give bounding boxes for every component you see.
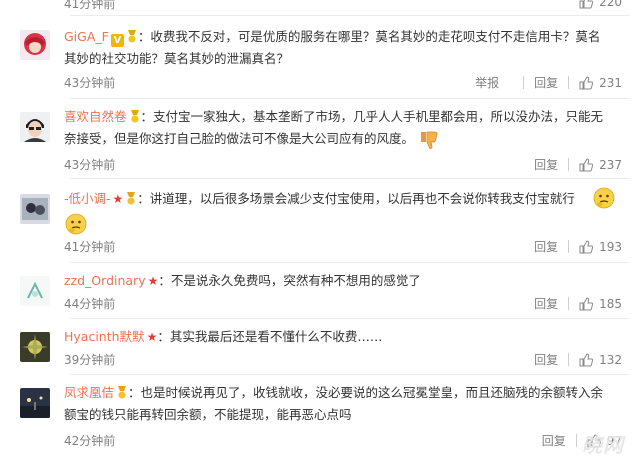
comment-body: Hyacinth默默 ★：其实我最后还是看不懂什么不收费…… [64,326,608,348]
username[interactable]: Hyacinth默默 [64,329,145,344]
reply-link[interactable]: 回复 [542,432,566,449]
comment-text: ：也是时候说再见了，收钱就收，没必要说的这么冠冕堂皇，而且还脑残的余额转入余额宝… [64,385,604,422]
comment-actions: 回复 185 [524,295,622,312]
username[interactable]: 喜欢自然卷 [64,109,127,124]
like-count: 237 [599,157,622,172]
divider [70,15,630,16]
comment-body: 喜欢自然卷 ：支付宝一家独大，基本垄断了市场，几乎人人手机里都会用，所以没办法，只… [64,106,608,151]
report-link[interactable]: 举报 [475,74,499,91]
comment-time: 41分钟前 [64,0,116,11]
reply-link[interactable]: 回复 [534,238,558,255]
comment-body: zzd_Ordinary ★：不是说永久免费吗，突然有种不想用的感觉了 [64,270,608,292]
avatar[interactable] [20,30,50,60]
thumbs-down-emoji-icon [421,131,438,149]
reply-link[interactable]: 回复 [534,74,558,91]
divider [70,178,630,179]
comment-actions: 回复 237 [524,156,622,173]
like-button[interactable]: 237 [579,158,622,172]
comment-time: 42分钟前 [64,434,116,448]
like-count: 231 [599,75,622,90]
comment-actions: 220 [569,0,622,9]
comment-text: ：支付宝一家独大，基本垄断了市场，几乎人人手机里都会用，所以没办法，只能无奈接受… [64,109,604,146]
medal-icon [118,386,127,399]
comment-feed: 41分钟前 220 GiGA_F V ：收费我不反对，可是优质的服务在哪里？莫名其妙… [0,0,638,464]
username[interactable]: zzd_Ordinary [64,273,146,288]
comment-time: 43分钟前 [64,158,116,172]
divider [70,318,630,319]
like-button[interactable]: 193 [579,240,622,254]
like-count: 185 [599,296,622,311]
comment-actions: 回复 193 [524,238,622,255]
comment-body: 凤求凰佶 ：也是时候说再见了，收钱就收，没必要说的这么冠冕堂皇，而且还脑残的余额转… [64,382,608,426]
star-icon: ★ [146,330,158,344]
star-icon: ★ [112,192,124,206]
comment-time: 41分钟前 [64,240,116,254]
divider [70,262,630,263]
comment-text: ：不是说永久免费吗，突然有种不想用的感觉了 [158,273,421,288]
like-button[interactable]: 220 [579,0,622,9]
thumbs-up-icon [579,296,594,310]
thinking-emoji-icon [65,213,87,235]
thumbs-up-icon [579,0,594,9]
comment-time: 43分钟前 [64,76,116,90]
avatar[interactable] [20,112,50,142]
medal-icon [127,30,136,43]
avatar[interactable] [20,332,50,362]
medal-icon [127,192,136,205]
comment-time: 39分钟前 [64,353,116,367]
thumbs-up-icon [579,157,594,171]
avatar[interactable] [20,194,50,224]
comment-actions: 回复 132 [524,351,622,368]
comment-body: -低小调- ★ ：讲道理，以后很多场景会减少支付宝使用，以后再也不会说你转我支付宝就… [64,188,598,210]
like-button[interactable]: 132 [579,353,622,367]
reply-link[interactable]: 回复 [534,156,558,173]
like-count: 132 [599,352,622,367]
divider [70,374,630,375]
thumbs-up-icon [579,352,594,366]
like-button[interactable]: 185 [579,297,622,311]
watermark: 晓网 [582,433,624,457]
username[interactable]: -低小调- [64,191,111,206]
like-count: 220 [599,0,622,9]
star-icon: ★ [147,274,159,288]
username[interactable]: GiGA_F [64,29,109,44]
vip-icon: V [110,34,124,47]
medal-icon [130,110,139,123]
comment-text: ：讲道理，以后很多场景会减少支付宝使用，以后再也不会说你转我支付宝就行 [137,191,575,206]
avatar[interactable] [20,276,50,306]
thinking-emoji-icon [593,187,615,209]
comment-body: GiGA_F V ：收费我不反对，可是优质的服务在哪里？莫名其妙的走花呗支付不走信用… [64,26,608,70]
reply-link[interactable]: 回复 [534,351,558,368]
comment-time: 44分钟前 [64,297,116,311]
divider [70,98,630,99]
thumbs-up-icon [579,239,594,253]
thumbs-up-icon [579,75,594,89]
like-button[interactable]: 231 [579,76,622,90]
comment-text: ：收费我不反对，可是优质的服务在哪里？莫名其妙的走花呗支付不走信用卡？莫名其妙的… [64,29,601,66]
avatar[interactable] [20,388,50,418]
comment-text: ：其实我最后还是看不懂什么不收费…… [157,329,383,344]
reply-link[interactable]: 回复 [534,295,558,312]
username[interactable]: 凤求凰佶 [64,385,114,400]
comment-actions: 举报 回复 231 [475,74,622,91]
like-count: 193 [599,239,622,254]
